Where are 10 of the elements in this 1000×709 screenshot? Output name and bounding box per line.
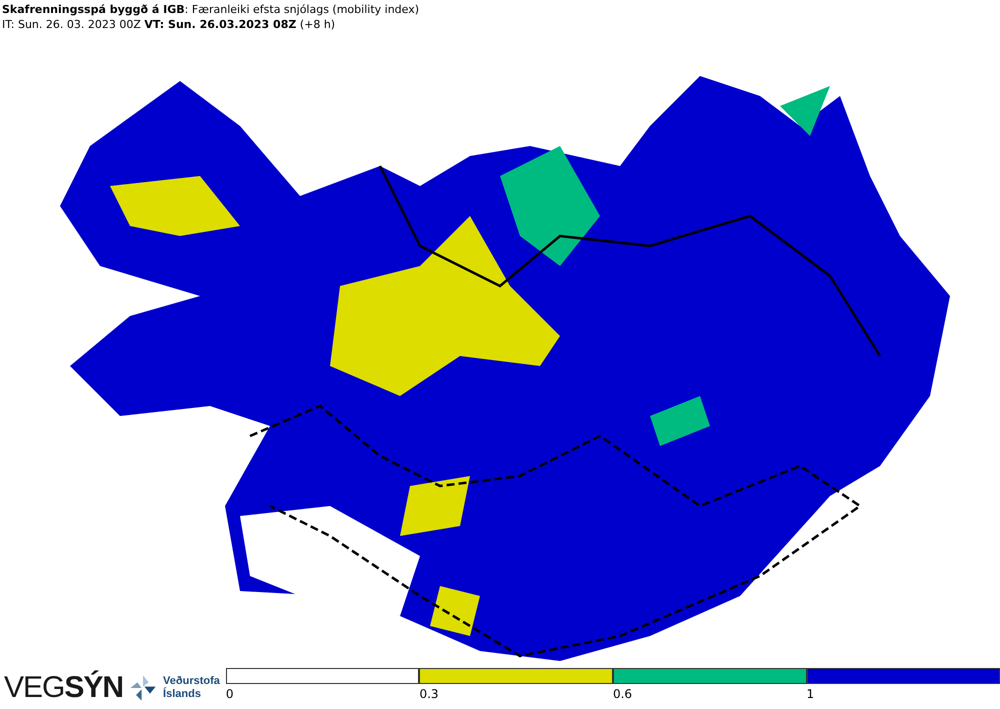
forecast-time: IT: Sun. 26. 03. 2023 00Z VT: Sun. 26.03.2023 08Z (+8 h): [2, 17, 336, 32]
map-title: Skafrenningsspá byggð á IGB: Færanleiki efsta snjólags (mobility index): [2, 2, 420, 17]
legend-tick-label: 1: [806, 687, 814, 701]
legend-tick-label: 0: [226, 687, 234, 701]
legend-tick-label: 0.6: [612, 687, 632, 701]
vegsyn-logo: VEGSÝN: [4, 670, 124, 704]
legend-tick-label: 0.3: [419, 687, 439, 701]
compass-arrows-icon: [129, 674, 158, 702]
vedurstofa-logo-text: Íslands: [163, 688, 201, 700]
vedurstofa-logo-text: Veðurstofa: [163, 674, 220, 687]
